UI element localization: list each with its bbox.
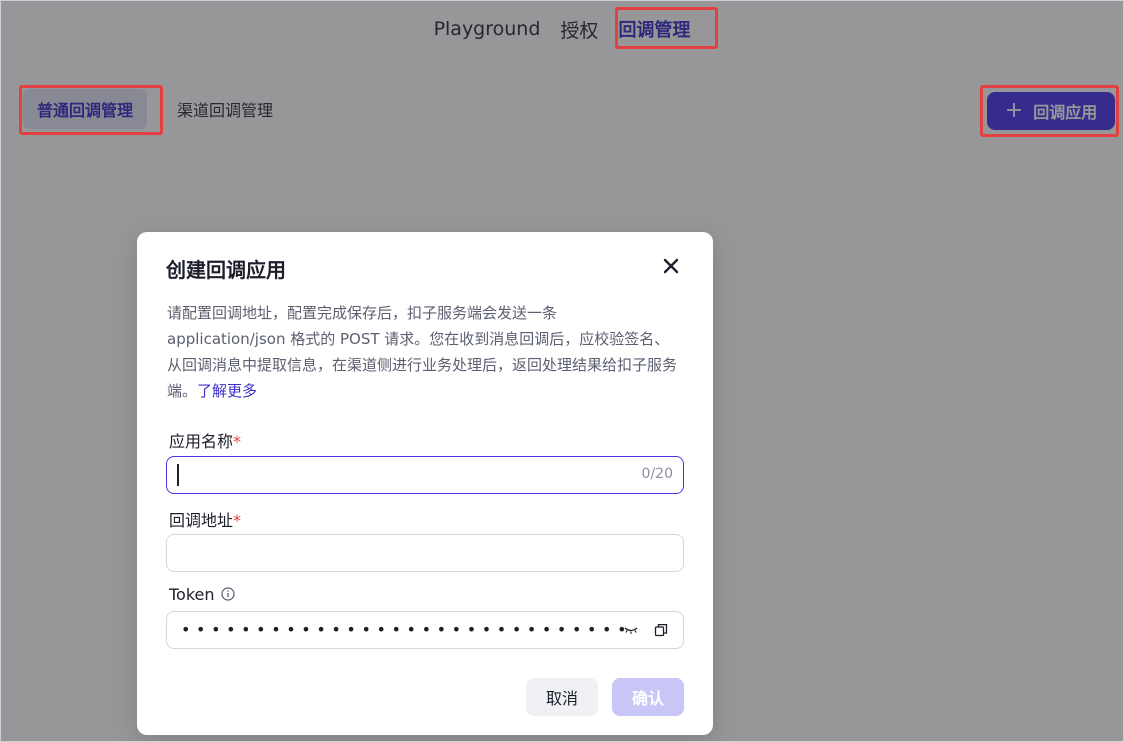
required-mark: *	[233, 432, 242, 451]
eye-closed-icon[interactable]	[623, 622, 639, 638]
close-icon[interactable]	[661, 256, 681, 276]
token-input[interactable]: ••••••••••••••••••••••••••••••	[166, 611, 684, 649]
dialog-title: 创建回调应用	[166, 258, 286, 282]
cancel-button[interactable]: 取消	[526, 678, 598, 716]
create-callback-app-dialog: 创建回调应用 请配置回调地址，配置完成保存后，扣子服务端会发送一条 applic…	[137, 232, 713, 735]
callback-url-input[interactable]	[166, 534, 684, 572]
app-name-label-text: 应用名称	[169, 432, 234, 451]
required-mark: *	[233, 511, 242, 530]
token-label-text: Token	[169, 585, 215, 604]
info-icon[interactable]	[220, 587, 235, 601]
copy-icon[interactable]	[653, 622, 669, 638]
token-masked-value: ••••••••••••••••••••••••••••••	[181, 620, 633, 639]
app-name-label: 应用名称*	[169, 428, 241, 452]
learn-more-link[interactable]: 了解更多	[197, 382, 257, 400]
text-caret	[177, 464, 179, 486]
confirm-button[interactable]: 确认	[612, 678, 684, 716]
token-label: Token	[169, 585, 235, 604]
callback-url-label: 回调地址*	[169, 507, 241, 531]
app-window: Playground 授权 回调管理 普通回调管理 渠道回调管理 + 回调应用 …	[0, 0, 1124, 742]
callback-url-label-text: 回调地址	[169, 511, 234, 530]
char-counter: 0/20	[641, 466, 673, 482]
dialog-description: 请配置回调地址，配置完成保存后，扣子服务端会发送一条 application/j…	[167, 300, 677, 404]
app-name-input[interactable]: 0/20	[166, 456, 684, 494]
